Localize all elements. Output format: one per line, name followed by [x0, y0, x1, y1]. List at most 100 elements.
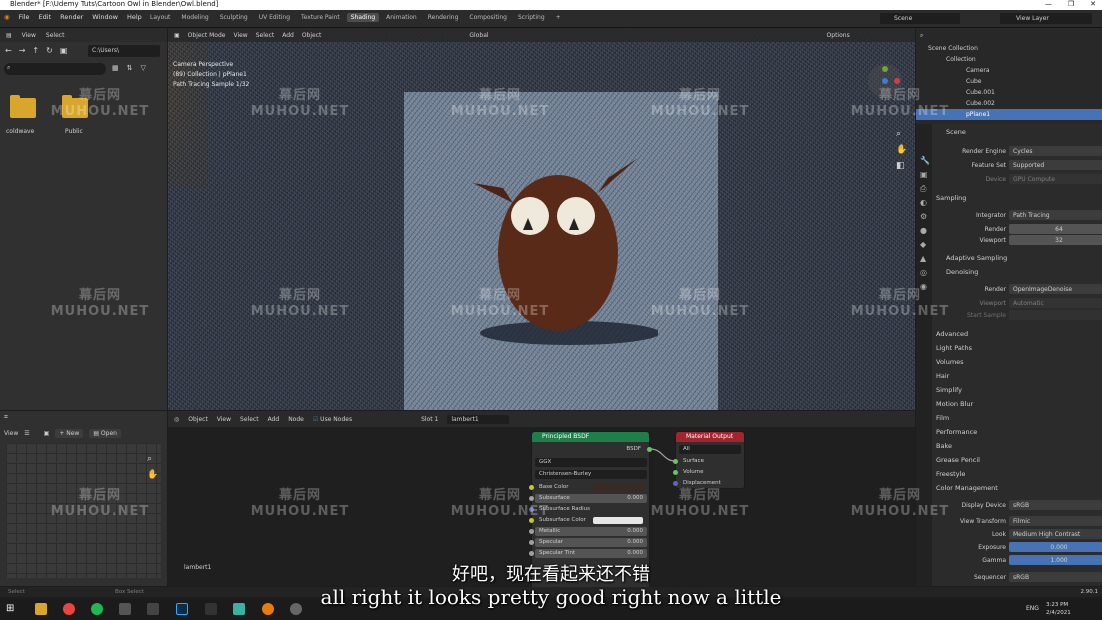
subsurface-method-dropdown[interactable]: Christensen-Burley [535, 470, 647, 479]
hand-icon[interactable]: ✋ [147, 467, 158, 483]
surface-socket[interactable] [673, 459, 678, 464]
display-device-dropdown[interactable]: sRGB [1009, 500, 1102, 510]
hand-icon[interactable]: ✋ [896, 142, 907, 158]
3d-viewport[interactable]: ▣ Object Mode View Select Add Object Glo… [168, 28, 915, 410]
minimize-icon[interactable]: — [1045, 0, 1052, 8]
properties-tab-icons[interactable]: 🔧 ▣ ⎙ ◐ ⚙ ● ◆ ▲ ◎ ◉ [920, 154, 930, 294]
panel-grease-pencil[interactable]: Grease Pencil [936, 456, 980, 464]
folder-label[interactable]: Public [65, 128, 83, 135]
menu-render[interactable]: Render [60, 13, 83, 21]
editor-type-icon[interactable]: ▤ [6, 32, 12, 39]
gizmo-x-icon[interactable] [894, 78, 900, 84]
options-dropdown[interactable]: Options [827, 32, 850, 39]
scene-selector[interactable]: Scene [880, 13, 960, 24]
panel-volumes[interactable]: Volumes [936, 358, 964, 366]
view-transform-dropdown[interactable]: Filmic [1009, 516, 1102, 526]
specular-socket[interactable] [529, 540, 534, 545]
start-sample-field[interactable] [1009, 310, 1102, 320]
fb-menu-view[interactable]: View [22, 32, 36, 39]
vp-menu-add[interactable]: Add [282, 32, 294, 39]
material-output-node[interactable]: Material Output All Surface Volume Displ… [673, 431, 745, 489]
metallic-value[interactable]: 0.000 [627, 527, 647, 536]
device-dropdown[interactable]: GPU Compute [1009, 174, 1102, 184]
base-color-swatch[interactable] [593, 484, 643, 491]
feature-set-dropdown[interactable]: Supported [1009, 160, 1102, 170]
tab-rendering[interactable]: Rendering [424, 13, 463, 22]
folder-label[interactable]: coldwave [6, 128, 34, 135]
bsdf-node-title[interactable]: Principled BSDF [532, 432, 649, 442]
folder-icon[interactable] [10, 95, 36, 118]
distribution-dropdown[interactable]: GGX [535, 458, 647, 467]
blender-logo-icon[interactable]: ◉ [4, 13, 10, 21]
zoom-icon[interactable]: ⌕ [896, 126, 907, 142]
open-image-button[interactable]: ▤ Open [89, 429, 121, 438]
gizmo-z-icon[interactable] [882, 78, 888, 84]
render-samples-field[interactable]: 64 [1009, 224, 1102, 234]
menu-help[interactable]: Help [127, 13, 142, 21]
panel-performance[interactable]: Performance [936, 428, 977, 436]
outliner-item[interactable]: Collection [916, 54, 1102, 65]
sort-icon[interactable]: ⇅ [127, 64, 133, 72]
outliner-item[interactable]: Cube [916, 76, 1102, 87]
editor-type-icon[interactable]: ▣ [174, 32, 180, 39]
panel-simplify[interactable]: Simplify [936, 386, 962, 394]
panel-motion-blur[interactable]: Motion Blur [936, 400, 973, 408]
vp-menu-object[interactable]: Object [302, 32, 322, 39]
menu-edit[interactable]: Edit [39, 13, 52, 21]
fb-menu-select[interactable]: Select [46, 32, 65, 39]
add-workspace-icon[interactable]: + [552, 13, 565, 22]
panel-bake[interactable]: Bake [936, 442, 952, 450]
new-folder-icon[interactable]: ▣ [60, 46, 68, 55]
view-layer-selector[interactable]: View Layer [1000, 13, 1092, 24]
filter-icon[interactable]: ▽ [141, 64, 146, 72]
specular-tint-socket[interactable] [529, 551, 534, 556]
tab-layout[interactable]: Layout [146, 13, 174, 22]
camera-icon[interactable]: ◧ [896, 158, 907, 174]
list-icon[interactable]: ☰ [24, 430, 29, 437]
uv-menu-view[interactable]: View [4, 430, 18, 437]
subsurface-color-swatch[interactable] [593, 517, 643, 524]
tab-scripting[interactable]: Scripting [514, 13, 549, 22]
outliner-scene-collection[interactable]: Scene Collection [916, 43, 1102, 54]
back-icon[interactable]: ← [5, 46, 12, 55]
output-target-dropdown[interactable]: All [679, 445, 741, 454]
adaptive-sampling-toggle[interactable]: Adaptive Sampling [946, 254, 1007, 262]
tab-compositing[interactable]: Compositing [465, 13, 511, 22]
parent-dir-icon[interactable]: ↑ [32, 46, 39, 55]
vp-menu-view[interactable]: View [233, 32, 247, 39]
denoiser-dropdown[interactable]: OpenImageDenoise [1009, 284, 1102, 294]
zoom-icon[interactable]: ⌕ [147, 451, 158, 467]
filter-icon[interactable]: ⌕ [920, 32, 923, 39]
panel-film[interactable]: Film [936, 414, 949, 422]
image-browse-icon[interactable]: ▣ [44, 430, 50, 437]
vp-menu-select[interactable]: Select [256, 32, 275, 39]
metallic-socket[interactable] [529, 529, 534, 534]
search-input[interactable]: ⌕ [4, 63, 106, 75]
path-field[interactable]: C:\Users\ [88, 45, 160, 57]
editor-type-icon[interactable]: ⌗ [4, 413, 8, 422]
panel-freestyle[interactable]: Freestyle [936, 470, 965, 478]
sampling-panel-header[interactable]: Sampling [936, 194, 966, 202]
panel-advanced[interactable]: Advanced [936, 330, 968, 338]
specular-value[interactable]: 0.000 [627, 538, 647, 547]
exposure-field[interactable]: 0.000 [1009, 542, 1102, 552]
tab-animation[interactable]: Animation [382, 13, 421, 22]
panel-light-paths[interactable]: Light Paths [936, 344, 972, 352]
tab-shading[interactable]: Shading [346, 13, 380, 22]
new-image-button[interactable]: + New [55, 429, 84, 438]
refresh-icon[interactable]: ↻ [46, 46, 53, 55]
tab-modeling[interactable]: Modeling [177, 13, 212, 22]
specular-tint-value[interactable]: 0.000 [627, 549, 647, 558]
panel-hair[interactable]: Hair [936, 372, 949, 380]
outliner-item[interactable]: Camera [916, 65, 1102, 76]
menu-window[interactable]: Window [92, 13, 118, 21]
denoise-viewport-dropdown[interactable]: Automatic [1009, 298, 1102, 308]
tab-texture-paint[interactable]: Texture Paint [297, 13, 344, 22]
bsdf-output-socket[interactable] [647, 447, 652, 452]
integrator-dropdown[interactable]: Path Tracing [1009, 210, 1102, 220]
viewport-samples-field[interactable]: 32 [1009, 235, 1102, 245]
tab-uv-editing[interactable]: UV Editing [255, 13, 294, 22]
tab-sculpting[interactable]: Sculpting [216, 13, 252, 22]
mode-dropdown[interactable]: Object Mode [188, 32, 226, 39]
transform-orientation[interactable]: Global [469, 32, 488, 39]
